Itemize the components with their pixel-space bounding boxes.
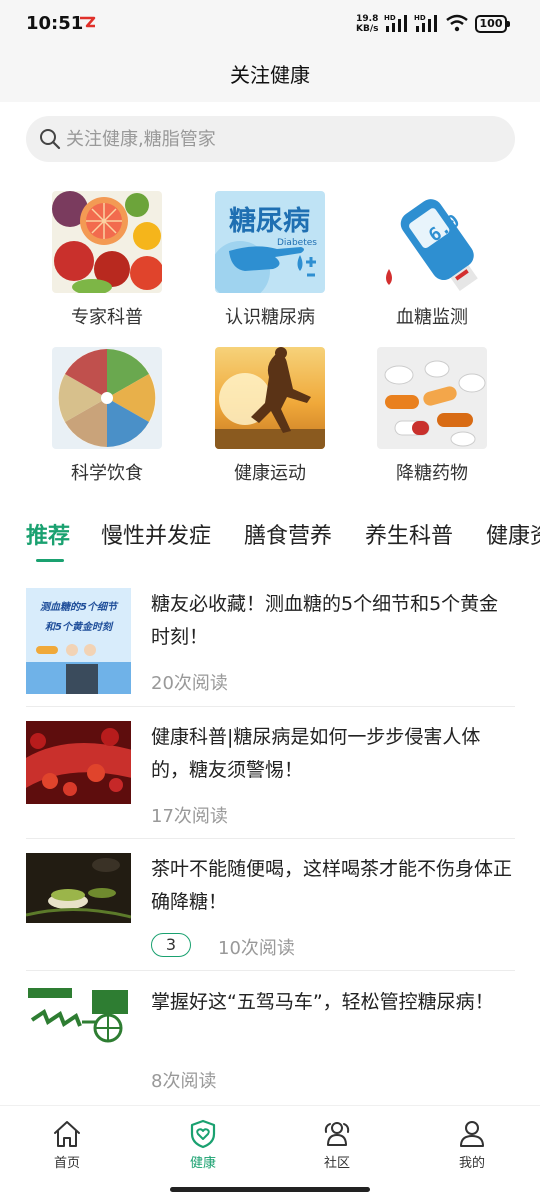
article-title[interactable]: 掌握好这“五驾马车”，轻松管控糖尿病！ [151, 986, 517, 1019]
nav-label: 社区 [323, 1156, 350, 1171]
search-icon [40, 129, 61, 150]
shield-heart-icon [190, 1119, 216, 1149]
svg-text:HD: HD [384, 14, 396, 22]
nav-profile[interactable]: 我的 [432, 1118, 512, 1171]
category-label: 健康运动 [234, 463, 306, 484]
divider [26, 970, 515, 971]
nav-community[interactable]: 社区 [297, 1118, 377, 1171]
home-indicator[interactable] [170, 1187, 370, 1192]
article-thumbnail [26, 721, 131, 804]
signal-icon: HD [384, 14, 407, 32]
category-glucose-monitoring[interactable]: 6.0 血糖监测 [357, 191, 507, 329]
speed-unit: KB/s [356, 24, 379, 34]
search-input[interactable] [66, 116, 496, 162]
category-science-diet[interactable]: 科学饮食 [32, 347, 182, 485]
article-thumbnail [26, 986, 131, 1044]
nav-label: 我的 [458, 1156, 485, 1171]
page-title: 关注健康 [230, 63, 310, 87]
category-hypoglycemic-drugs[interactable]: 降糖药物 [357, 347, 507, 485]
read-count: 17次阅读 [151, 806, 228, 827]
network-speed: 19.8 KB/s [356, 14, 378, 34]
article-title[interactable]: 健康科普|糖尿病是如何一步步侵害人体的，糖友须警惕！ [151, 721, 517, 787]
tab-recommended[interactable]: 推荐 [26, 518, 70, 550]
divider [26, 706, 515, 707]
nav-label: 健康 [189, 1156, 216, 1171]
divider [26, 838, 515, 839]
category-expert-science[interactable]: 专家科普 [32, 191, 182, 329]
category-label: 专家科普 [71, 307, 143, 328]
list-item[interactable]: 健康科普|糖尿病是如何一步步侵害人体的，糖友须警惕！ 17次阅读 [26, 721, 515, 853]
fruit-photo-icon [52, 191, 162, 293]
tab-dietary-nutrition[interactable]: 膳食营养 [244, 518, 332, 550]
signal-icon: HD [414, 14, 437, 32]
bottom-navigation: 首页 健康 社区 我的 [0, 1105, 540, 1200]
speed-value: 19.8 [356, 14, 379, 24]
user-icon [460, 1121, 484, 1147]
count-badge: 3 [151, 933, 191, 957]
battery-icon: 100 [475, 15, 510, 33]
category-label: 血糖监测 [396, 307, 468, 328]
article-thumbnail [26, 853, 131, 923]
tab-chronic-complications[interactable]: 慢性并发症 [101, 518, 211, 550]
read-count: 20次阅读 [151, 673, 228, 694]
read-count: 8次阅读 [151, 1071, 217, 1092]
category-health-exercise[interactable]: 健康运动 [195, 347, 345, 485]
category-label: 科学饮食 [71, 463, 143, 484]
category-know-diabetes[interactable]: 糖尿病 Diabetes 认识糖尿病 [195, 191, 345, 329]
app-header: 关注健康 [0, 48, 540, 102]
nav-home[interactable]: 首页 [27, 1118, 107, 1171]
nav-label: 首页 [53, 1156, 80, 1171]
banner-text: 糖尿病 [229, 206, 310, 237]
nav-health[interactable]: 健康 [163, 1118, 243, 1171]
list-item[interactable]: 测血糖的5个细节 和5个黄金时刻 糖友必收藏！测血糖的5个细节和5个黄金时刻！ … [26, 588, 515, 720]
tab-active-indicator [36, 559, 64, 562]
wifi-icon [446, 14, 468, 32]
article-title[interactable]: 糖友必收藏！测血糖的5个细节和5个黄金时刻！ [151, 588, 517, 654]
tab-health-science[interactable]: 养生科普 [365, 518, 453, 550]
app-notification-icon [80, 16, 96, 28]
tab-health-info[interactable]: 健康资 [486, 518, 540, 550]
read-count: 10次阅读 [218, 938, 295, 959]
status-time: 10:51 [26, 13, 84, 34]
banner-subtext: Diabetes [277, 238, 317, 248]
article-title[interactable]: 茶叶不能随便喝，这样喝茶才能不伤身体正确降糖！ [151, 853, 517, 919]
category-tabs: 推荐 慢性并发症 膳食营养 养生科普 健康资 [0, 506, 540, 564]
search-bar[interactable] [26, 116, 515, 162]
food-plate-photo-icon [52, 347, 162, 449]
list-item[interactable]: 掌握好这“五驾马车”，轻松管控糖尿病！ 8次阅读 [26, 986, 515, 1118]
community-icon [324, 1122, 350, 1146]
status-bar: 10:51 19.8 KB/s HD HD 100 [0, 0, 540, 48]
runner-photo-icon [215, 347, 325, 449]
pills-photo-icon [377, 347, 487, 449]
list-item[interactable]: 茶叶不能随便喝，这样喝茶才能不伤身体正确降糖！ 3 10次阅读 [26, 853, 515, 985]
diabetes-banner-icon: 糖尿病 Diabetes [215, 191, 325, 293]
glucose-meter-icon: 6.0 [377, 191, 487, 293]
category-label: 认识糖尿病 [225, 307, 315, 328]
home-icon [54, 1121, 80, 1147]
category-label: 降糖药物 [396, 463, 468, 484]
svg-text:HD: HD [414, 14, 426, 22]
article-thumbnail: 测血糖的5个细节 和5个黄金时刻 [26, 588, 131, 694]
